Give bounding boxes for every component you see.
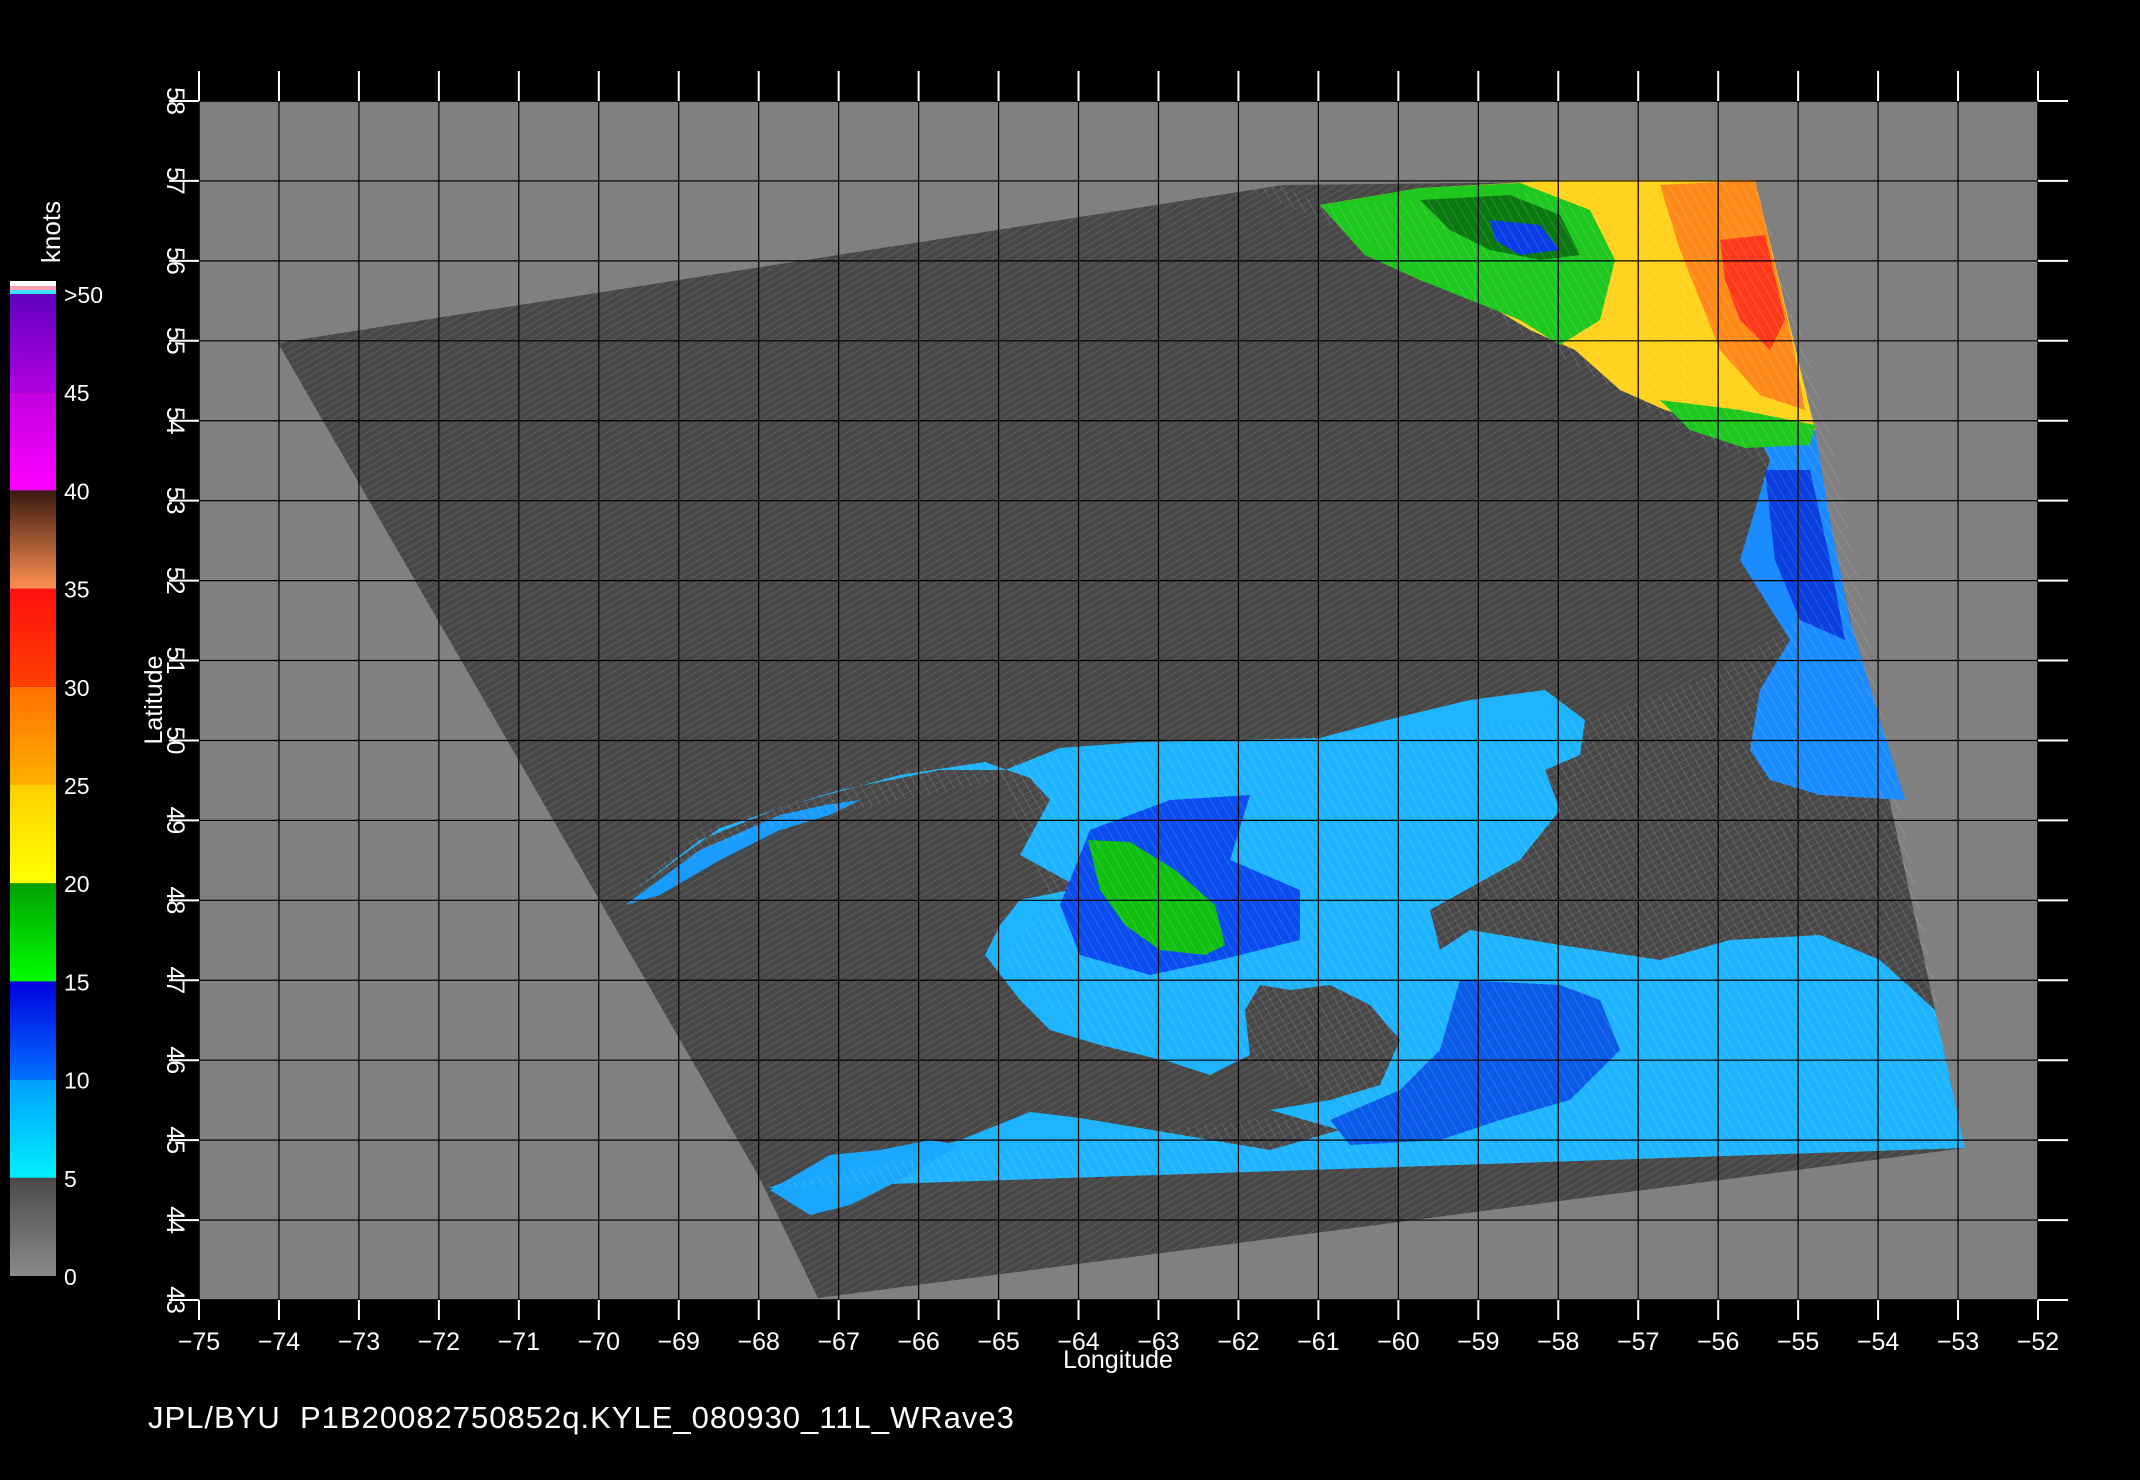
lon-tick-label: −71 <box>498 1328 540 1356</box>
colorbar-cap-white <box>10 281 56 286</box>
footer-caption: JPL/BYU P1B20082750852q.KYLE_080930_11L_… <box>148 1400 1015 1435</box>
colorbar-cap-pink <box>10 286 56 290</box>
lon-tick-label: −55 <box>1777 1328 1819 1356</box>
y-axis-label: Latitude <box>140 656 168 745</box>
colorbar-segment <box>10 1079 56 1178</box>
lat-tick-label: 44 <box>161 1206 189 1234</box>
colorbar-cap-cyan <box>10 290 56 294</box>
lat-tick-label: 43 <box>161 1286 189 1314</box>
colorbar-tick-label: 25 <box>64 773 90 799</box>
lat-tick-label: 49 <box>161 806 189 834</box>
colorbar-tick-label: 30 <box>64 675 90 701</box>
colorbar <box>10 294 56 1276</box>
lat-tick-label: 55 <box>161 327 189 355</box>
colorbar-tick-label: >50 <box>64 282 103 308</box>
wind-map: −75 −74 −73 −72 −71 −70 −69 −68 −67 −66 −65 −64 −63−… <box>10 71 2068 1374</box>
colorbar-tick-label: 10 <box>64 1068 90 1094</box>
colorbar-segment <box>10 490 56 589</box>
colorbar-segment <box>10 981 56 1080</box>
colorbar-segment <box>10 1177 56 1276</box>
x-axis-label: Longitude <box>1063 1346 1173 1374</box>
lon-tick-label: −75 <box>178 1328 220 1356</box>
colorbar-segment <box>10 392 56 491</box>
lon-tick-label: −53 <box>1937 1328 1979 1356</box>
colorbar-tick-label: 40 <box>64 478 90 504</box>
colorbar-tick-label: 5 <box>64 1166 77 1192</box>
lon-tick-label: −66 <box>897 1328 939 1356</box>
colorbar-segment <box>10 294 56 393</box>
lon-tick-label: −73 <box>338 1328 380 1356</box>
lon-tick-label: −58 <box>1537 1328 1579 1356</box>
colorbar-labels: 0 5 10 15 20 25 30 35 40 45 >50 <box>64 282 103 1290</box>
lon-tick-label: −65 <box>977 1328 1019 1356</box>
lon-tick-label: −68 <box>737 1328 779 1356</box>
lon-tick-label: −69 <box>658 1328 700 1356</box>
lat-tick-label: 45 <box>161 1126 189 1154</box>
colorbar-segment <box>10 588 56 687</box>
lat-tick-label: 56 <box>161 247 189 275</box>
lon-tick-label: −56 <box>1697 1328 1739 1356</box>
lon-tick-label: −52 <box>2017 1328 2059 1356</box>
colorbar-segment <box>10 686 56 785</box>
lat-tick-label: 54 <box>161 407 189 435</box>
colorbar-tick-label: 45 <box>64 380 90 406</box>
lon-tick-label: −54 <box>1857 1328 1900 1356</box>
lat-tick-label: 47 <box>161 966 189 994</box>
colorbar-title: knots <box>36 201 66 263</box>
lon-tick-label: −61 <box>1297 1328 1339 1356</box>
colorbar-tick-label: 15 <box>64 969 90 995</box>
colorbar-tick-label: 20 <box>64 871 90 897</box>
lat-tick-label: 52 <box>161 567 189 595</box>
lon-tick-label: −67 <box>817 1328 859 1356</box>
colorbar-segment <box>10 785 56 884</box>
lon-tick-label: −70 <box>578 1328 620 1356</box>
lat-tick-label: 48 <box>161 886 189 914</box>
lat-tick-label: 57 <box>161 167 189 195</box>
colorbar-tick-label: 35 <box>64 577 90 603</box>
lon-tick-label: −59 <box>1457 1328 1499 1356</box>
lon-tick-label: −60 <box>1377 1328 1419 1356</box>
lon-tick-label: −57 <box>1617 1328 1659 1356</box>
lat-tick-label: 46 <box>161 1046 189 1074</box>
colorbar-segment <box>10 883 56 982</box>
lon-tick-label: −72 <box>418 1328 460 1356</box>
lon-tick-label: −74 <box>258 1328 301 1356</box>
lon-tick-label: −62 <box>1217 1328 1259 1356</box>
colorbar-tick-label: 0 <box>64 1264 77 1290</box>
lat-tick-label: 58 <box>161 87 189 115</box>
lat-tick-label: 53 <box>161 487 189 515</box>
